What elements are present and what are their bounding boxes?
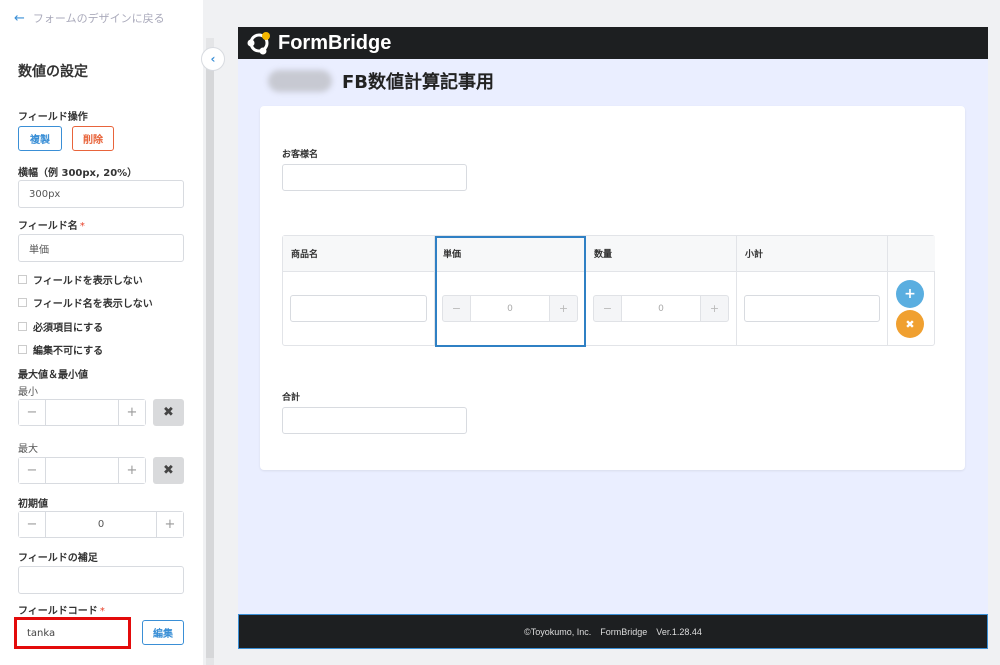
formbridge-logo: FormBridge — [246, 30, 391, 56]
note-input[interactable] — [18, 566, 184, 594]
table-cell-actions: + ✖ — [888, 272, 935, 346]
collapse-sidebar-button[interactable]: ‹ — [201, 47, 225, 71]
customer-name-label: お客様名 — [282, 150, 319, 160]
field-name-label: フィールド名 * — [18, 217, 85, 232]
chevron-left-icon: ‹ — [210, 52, 216, 66]
close-icon: ✖ — [163, 463, 174, 478]
field-name-input[interactable]: 単価 — [18, 234, 184, 262]
back-to-form-design-link[interactable]: ← フォームのデザインに戻る — [14, 10, 165, 26]
checkbox-required[interactable]: 必須項目にする — [18, 319, 103, 334]
max-value[interactable] — [46, 458, 118, 483]
col-header-actions — [888, 236, 935, 272]
checkbox-box[interactable] — [18, 322, 27, 331]
col-header-product: 商品名 — [283, 236, 435, 272]
plus-icon[interactable]: + — [700, 296, 728, 321]
brand-name: FormBridge — [278, 31, 392, 54]
width-label: 横幅（例 300px, 20%） — [18, 168, 138, 179]
subtotal-input[interactable] — [744, 295, 880, 322]
checkbox-readonly[interactable]: 編集不可にする — [18, 342, 103, 357]
initial-value[interactable]: 0 — [46, 512, 156, 537]
form-card: お客様名 商品名 単価 数量 小計 − 0 + − 0 + + ✖ 合計 — [260, 106, 965, 470]
form-title: FB数値計算記事用 — [342, 72, 495, 93]
panel-title: 数値の設定 — [18, 64, 88, 80]
close-circle-icon[interactable]: ✖ — [896, 310, 924, 338]
selected-column-highlight — [435, 236, 586, 347]
checkbox-label: 必須項目にする — [33, 323, 104, 334]
checkbox-box[interactable] — [18, 345, 27, 354]
copy-button[interactable]: 複製 — [18, 126, 62, 151]
form-title-row: FB数値計算記事用 — [268, 68, 494, 94]
delete-button[interactable]: 削除 — [72, 126, 114, 151]
plus-circle-icon[interactable]: + — [896, 280, 924, 308]
note-label: フィールドの補足 — [18, 553, 98, 564]
total-input[interactable] — [282, 407, 467, 434]
field-code-label: フィールドコード * — [18, 602, 105, 617]
close-icon: ✖ — [163, 405, 174, 420]
minus-icon[interactable]: − — [19, 458, 46, 483]
checkbox-box[interactable] — [18, 275, 27, 284]
back-link-label: フォームのデザインに戻る — [32, 12, 165, 25]
items-table: 商品名 単価 数量 小計 − 0 + − 0 + + ✖ — [282, 235, 935, 347]
redacted-tag — [268, 70, 332, 92]
col-header-qty: 数量 — [586, 236, 737, 272]
required-mark: * — [79, 221, 85, 232]
total-label: 合計 — [282, 393, 301, 403]
minus-icon[interactable]: − — [19, 400, 46, 425]
min-stepper[interactable]: − + — [18, 399, 146, 426]
initial-value-stepper[interactable]: − 0 + — [18, 511, 184, 538]
minus-icon[interactable]: − — [19, 512, 46, 537]
plus-icon[interactable]: + — [118, 400, 145, 425]
minmax-label: 最大値＆最小値 — [18, 370, 88, 381]
max-label: 最大 — [18, 444, 38, 455]
formbridge-logo-icon — [247, 32, 270, 55]
checkbox-label: フィールド名を表示しない — [33, 299, 153, 310]
required-mark: * — [99, 606, 105, 617]
initial-value-label: 初期値 — [18, 499, 48, 510]
plus-icon[interactable]: + — [156, 512, 183, 537]
arrow-left-icon: ← — [14, 10, 25, 26]
clear-min-button[interactable]: ✖ — [153, 399, 184, 426]
product-input[interactable] — [290, 295, 427, 322]
clear-max-button[interactable]: ✖ — [153, 457, 184, 484]
checkbox-label: フィールドを表示しない — [33, 276, 143, 287]
checkbox-hide-field-name[interactable]: フィールド名を表示しない — [18, 295, 153, 310]
brand-header: FormBridge — [238, 27, 988, 59]
checkbox-label: 編集不可にする — [33, 346, 104, 357]
checkbox-box[interactable] — [18, 298, 27, 307]
form-preview: FormBridge FB数値計算記事用 お客様名 商品名 単価 数量 小計 −… — [238, 27, 988, 649]
table-cell-subtotal — [737, 272, 888, 346]
edit-code-button[interactable]: 編集 — [142, 620, 184, 645]
width-input[interactable]: 300px — [18, 180, 184, 208]
table-cell-product — [283, 272, 435, 346]
settings-sidebar: ← フォームのデザインに戻る 数値の設定 フィールド操作 複製 削除 横幅（例 … — [0, 0, 203, 665]
qty-stepper[interactable]: − 0 + — [593, 295, 729, 322]
qty-value[interactable]: 0 — [622, 296, 700, 321]
field-code-label-text: フィールドコード — [18, 606, 98, 617]
plus-icon[interactable]: + — [118, 458, 145, 483]
preview-footer: ©Toyokumo, Inc. FormBridge Ver.1.28.44 — [238, 614, 988, 649]
min-label: 最小 — [18, 387, 38, 398]
field-ops-label: フィールド操作 — [18, 112, 88, 123]
minus-icon[interactable]: − — [594, 296, 622, 321]
min-value[interactable] — [46, 400, 118, 425]
field-code-highlight: tanka — [14, 617, 131, 649]
checkbox-hide-field[interactable]: フィールドを表示しない — [18, 272, 143, 287]
sidebar-scroll-thumb[interactable] — [206, 58, 214, 658]
field-name-label-text: フィールド名 — [18, 221, 78, 232]
customer-name-input[interactable] — [282, 164, 467, 191]
max-stepper[interactable]: − + — [18, 457, 146, 484]
table-cell-qty: − 0 + — [586, 272, 737, 346]
field-code-input[interactable]: tanka — [21, 623, 124, 643]
col-header-subtotal: 小計 — [737, 236, 888, 272]
